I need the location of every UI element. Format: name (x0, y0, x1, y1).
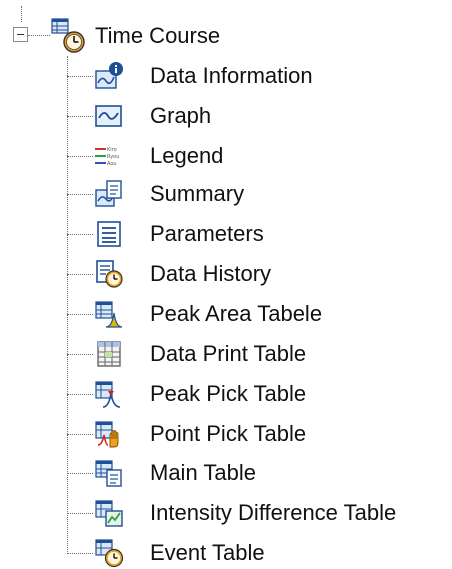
tree-item-label: Event Table (150, 540, 265, 565)
tree-item-label: Peak Pick Table (150, 381, 307, 406)
tree-node-label[interactable]: Time Course (95, 22, 220, 50)
tree-connector (67, 394, 93, 395)
tree-item-label: Intensity Difference Table (150, 500, 397, 525)
tree-item-data-history[interactable]: Data History (0, 256, 452, 292)
peak-area-table-icon (94, 299, 124, 329)
tree-connector (67, 194, 93, 195)
tree-item-label: Point Pick Table (150, 421, 307, 446)
tree-connector (67, 513, 93, 514)
tree-item-label: Summary (150, 181, 245, 206)
tree-connector (21, 6, 22, 22)
tree-item-peak-area-table[interactable]: Peak Area Tabele (0, 296, 452, 332)
legend-icon: Kiro Ryou Aou (94, 141, 124, 171)
tree-connector (67, 553, 93, 554)
data-information-icon (94, 61, 124, 91)
legend-icon-text: Aou (107, 161, 117, 167)
tree-connector (28, 35, 50, 36)
tree-item-label: Data Print Table (150, 341, 307, 366)
tree-connector (67, 156, 93, 157)
data-print-table-icon (94, 339, 124, 369)
tree-connector (67, 76, 93, 77)
tree-item-label: Data History (150, 261, 272, 286)
tree-item-label: Graph (150, 103, 212, 128)
tree-item-legend[interactable]: Kiro Ryou Aou Legend (0, 138, 452, 174)
summary-icon (94, 179, 124, 209)
tree-item-parameters[interactable]: Parameters (0, 216, 452, 252)
intensity-difference-table-icon (94, 498, 124, 528)
tree-connector (67, 234, 93, 235)
tree-item-point-pick-table[interactable]: Point Pick Table (0, 416, 452, 452)
legend-icon-text: Kiro (107, 147, 117, 153)
tree-item-main-table[interactable]: Main Table (0, 455, 452, 491)
tree-item-label: Legend (150, 143, 224, 168)
data-history-icon (94, 259, 124, 289)
tree-item-summary[interactable]: Summary (0, 176, 452, 212)
time-course-icon[interactable] (50, 18, 88, 54)
collapse-toggle[interactable] (13, 27, 28, 42)
tree-view: Time Course Data Information Graph Kiro … (0, 0, 452, 569)
parameters-icon (94, 219, 124, 249)
tree-item-intensity-difference-table[interactable]: Intensity Difference Table (0, 495, 452, 531)
tree-item-graph[interactable]: Graph (0, 98, 452, 134)
peak-pick-table-icon (94, 379, 124, 409)
event-table-icon (94, 538, 124, 568)
graph-icon (94, 101, 124, 131)
tree-item-data-information[interactable]: Data Information (0, 58, 452, 94)
point-pick-table-icon (94, 419, 124, 449)
legend-icon-text: Ryou (107, 154, 119, 160)
tree-connector (67, 116, 93, 117)
tree-item-data-print-table[interactable]: Data Print Table (0, 336, 452, 372)
tree-item-label: Main Table (150, 460, 256, 485)
tree-item-peak-pick-table[interactable]: Peak Pick Table (0, 376, 452, 412)
tree-connector (67, 274, 93, 275)
tree-connector (67, 434, 93, 435)
tree-item-label: Data Information (150, 63, 313, 88)
tree-connector (67, 354, 93, 355)
tree-item-label: Parameters (150, 221, 264, 246)
main-table-icon (94, 458, 124, 488)
tree-connector (67, 314, 93, 315)
tree-connector (67, 473, 93, 474)
tree-item-event-table[interactable]: Event Table (0, 535, 452, 569)
tree-item-label: Peak Area Tabele (150, 301, 323, 326)
